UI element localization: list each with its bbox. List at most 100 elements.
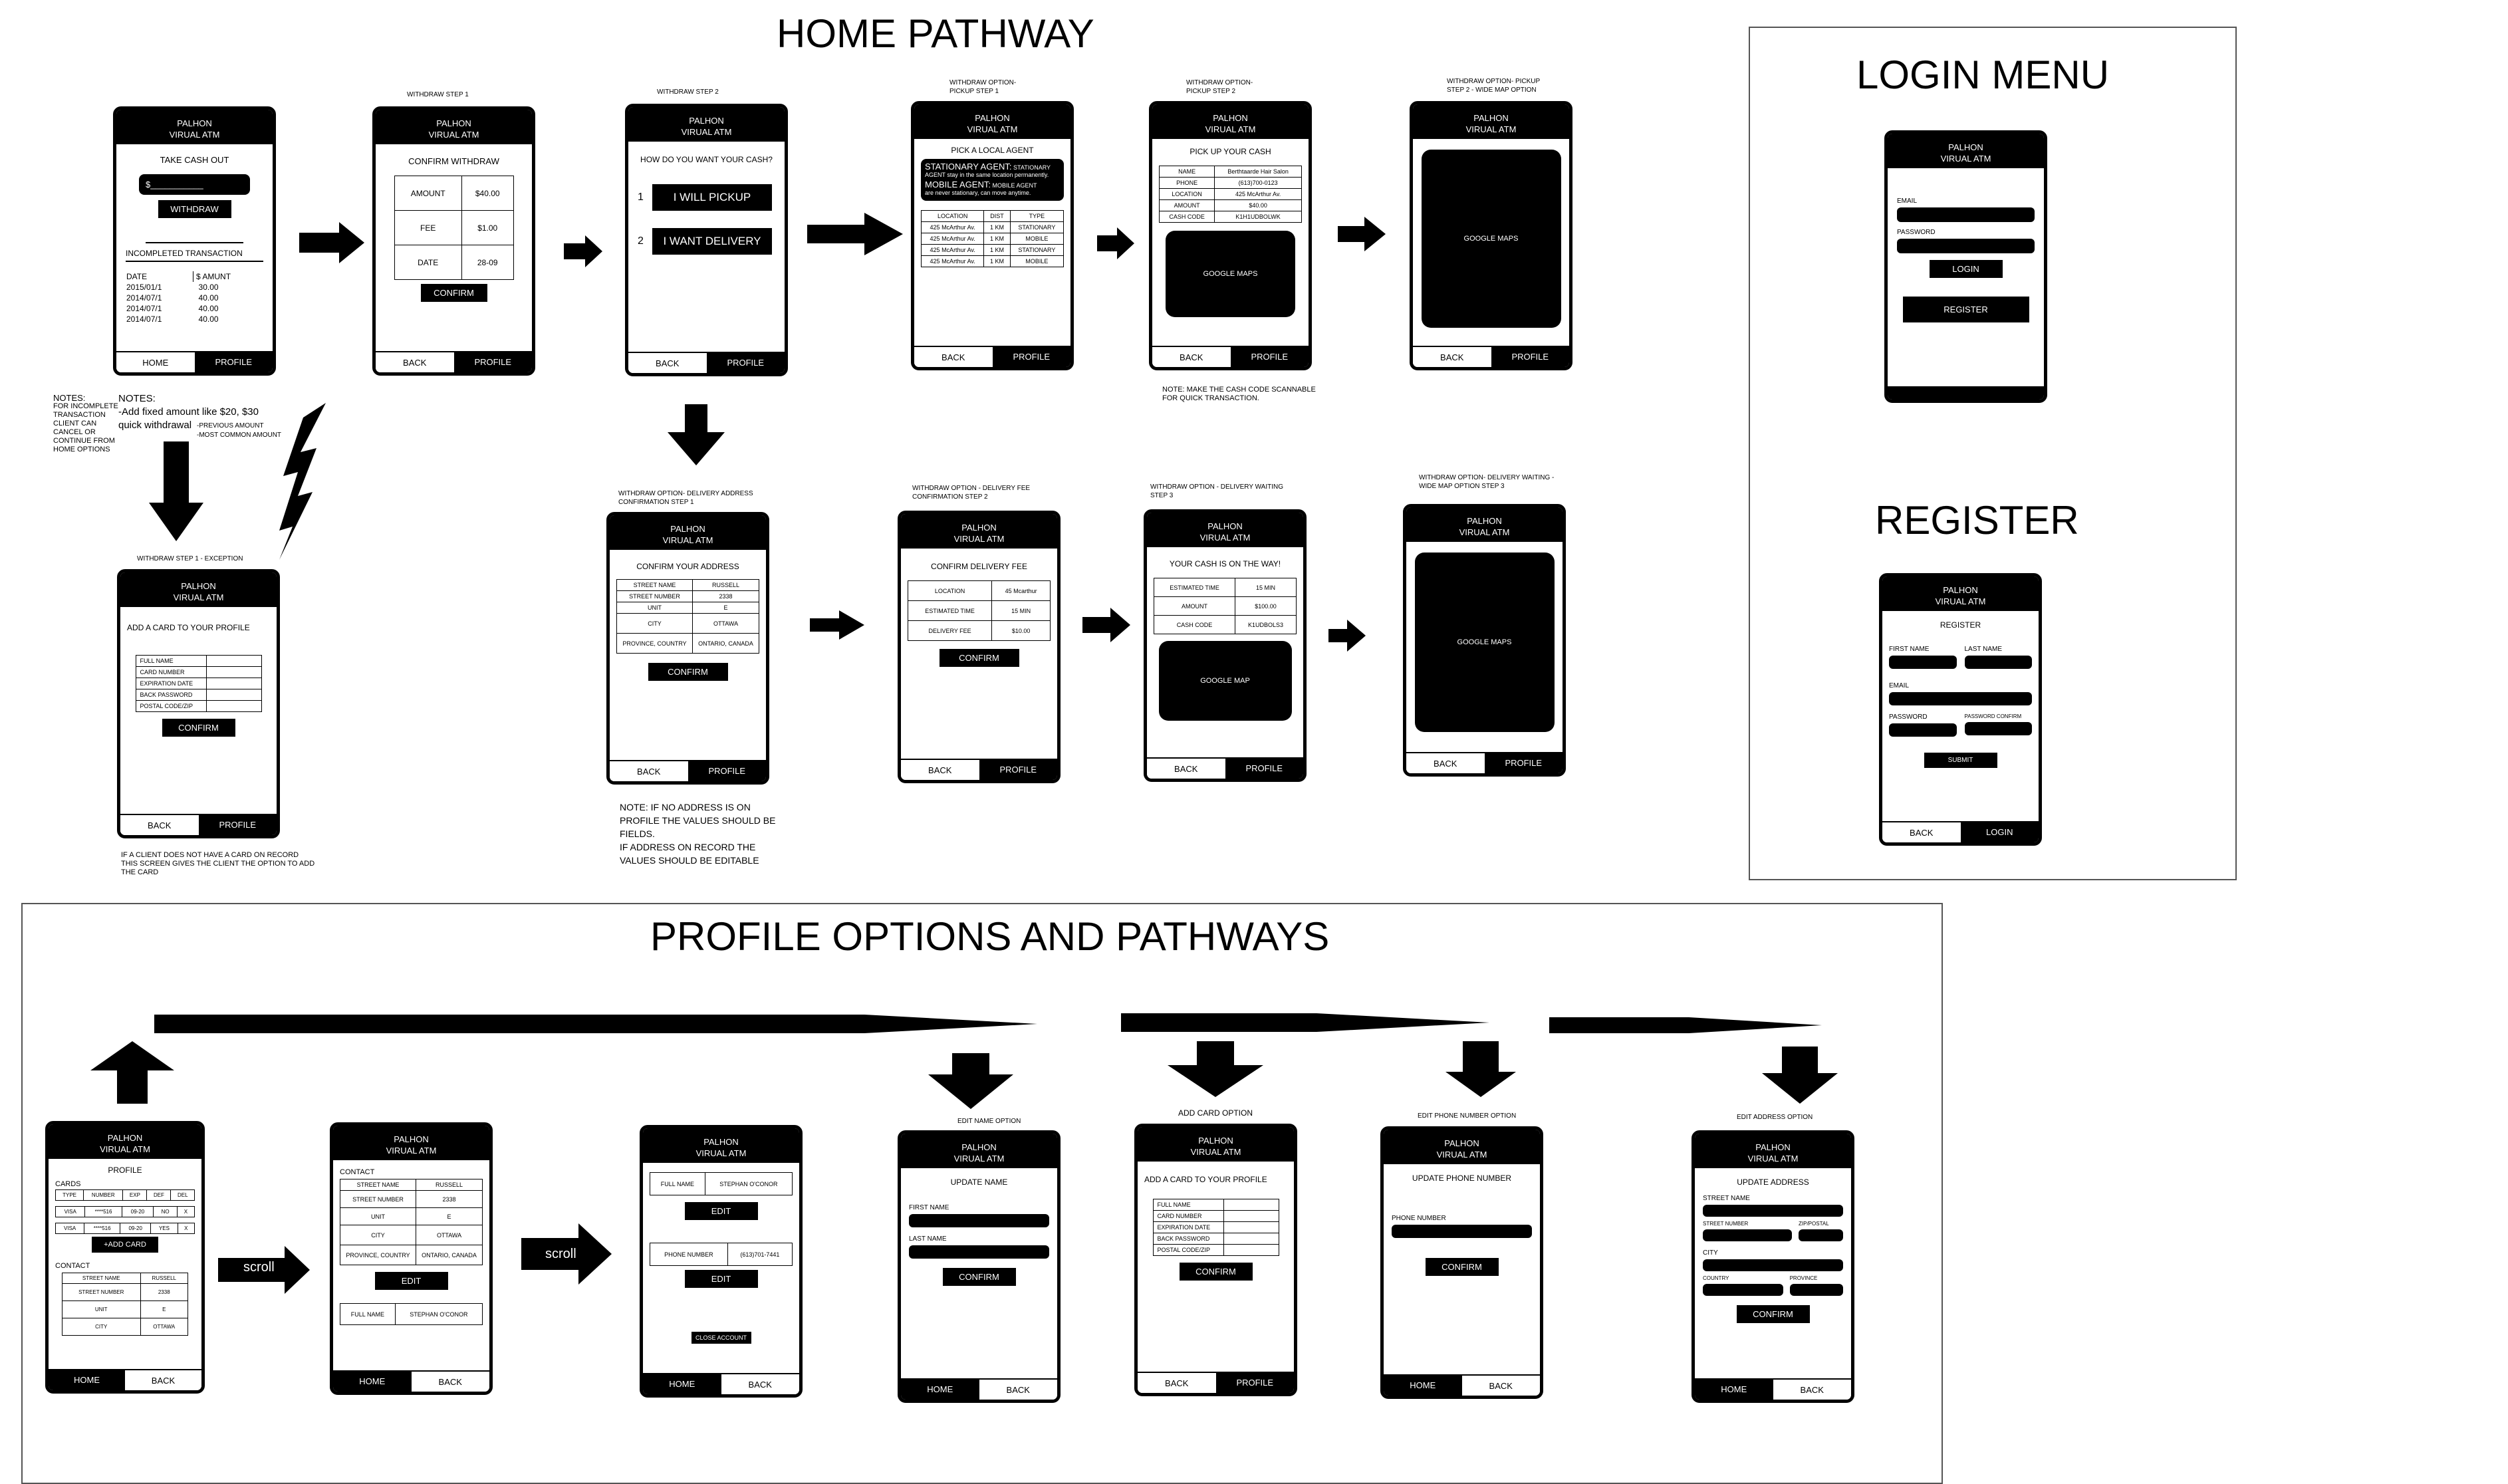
google-maps[interactable]: GOOGLE MAPS <box>1421 150 1561 328</box>
table-row[interactable]: VISA ****516 09-20 YES X <box>55 1223 195 1234</box>
confirm-button[interactable]: CONFIRM <box>420 284 487 302</box>
home-tab[interactable]: HOME <box>643 1373 721 1394</box>
first-name-field[interactable] <box>909 1214 1049 1227</box>
email-field[interactable] <box>1889 692 2032 705</box>
table-row[interactable]: 2014/07/1 40.00 <box>126 303 263 314</box>
confirm-button[interactable]: CONFIRM <box>1736 1305 1810 1323</box>
delete-card-icon[interactable]: X <box>177 1223 195 1234</box>
home-tab[interactable]: HOME <box>116 351 195 372</box>
table-row[interactable]: 2015/01/1 30.00 <box>126 282 263 293</box>
table-row[interactable]: PROVINCE, COUNTRY ONTARIO, CANADA <box>616 633 759 654</box>
delete-card-icon[interactable]: X <box>176 1206 195 1217</box>
register-button[interactable]: REGISTER <box>1902 297 2029 322</box>
home-tab[interactable]: HOME <box>1695 1378 1773 1400</box>
back-tab[interactable]: BACK <box>1406 752 1485 773</box>
profile-tab[interactable]: PROFILE <box>1491 346 1569 367</box>
profile-tab[interactable]: PROFILE <box>992 346 1070 367</box>
last-name-field[interactable] <box>1964 656 2032 669</box>
back-tab[interactable]: BACK <box>1413 346 1491 367</box>
back-tab[interactable]: BACK <box>120 814 199 835</box>
back-tab[interactable]: BACK <box>979 1378 1057 1400</box>
home-tab[interactable]: HOME <box>901 1378 979 1400</box>
confirm-button[interactable]: CONFIRM <box>1179 1263 1253 1281</box>
field-input[interactable] <box>1223 1233 1279 1245</box>
back-tab[interactable]: BACK <box>610 760 688 781</box>
pickup-button[interactable]: I WILL PICKUP <box>652 184 772 211</box>
table-row[interactable]: 425 McArthur Av. 1 KM MOBILE <box>920 255 1065 267</box>
field-input[interactable] <box>1223 1199 1279 1211</box>
back-tab[interactable]: BACK <box>1138 1372 1216 1393</box>
city-field[interactable] <box>1703 1259 1843 1271</box>
form-row[interactable]: FULL NAME <box>1152 1199 1279 1211</box>
profile-tab[interactable]: PROFILE <box>979 759 1057 780</box>
profile-tab[interactable]: PROFILE <box>1225 757 1303 779</box>
form-row[interactable]: EXPIRATION DATE <box>1152 1221 1279 1233</box>
amount-input[interactable]: $___________ <box>139 174 250 195</box>
add-card-button[interactable]: +ADD CARD <box>92 1237 158 1253</box>
submit-button[interactable]: SUBMIT <box>1924 753 1997 768</box>
home-tab[interactable]: HOME <box>333 1370 412 1392</box>
delivery-button[interactable]: I WANT DELIVERY <box>652 228 772 255</box>
back-tab[interactable]: BACK <box>411 1370 489 1392</box>
table-row[interactable]: VISA ****516 09-20 NO X <box>55 1206 195 1217</box>
profile-tab[interactable]: PROFILE <box>1215 1372 1294 1393</box>
back-tab[interactable]: BACK <box>1773 1378 1851 1400</box>
field-input[interactable] <box>1223 1210 1279 1222</box>
form-row[interactable]: POSTAL CODE/ZIP <box>1152 1244 1279 1256</box>
back-tab[interactable]: BACK <box>914 346 993 367</box>
back-tab[interactable]: BACK <box>376 351 454 372</box>
home-tab[interactable]: HOME <box>1384 1374 1462 1396</box>
profile-tab[interactable]: PROFILE <box>194 351 273 372</box>
street-name-field[interactable] <box>1703 1205 1843 1217</box>
edit-button[interactable]: EDIT <box>374 1272 448 1290</box>
table-row[interactable]: STREET NAME RUSSELL <box>616 579 759 591</box>
email-field[interactable] <box>1897 207 2035 222</box>
form-row[interactable]: BACK PASSWORD <box>135 689 262 701</box>
form-row[interactable]: BACK PASSWORD <box>1152 1233 1279 1245</box>
withdraw-button[interactable]: WITHDRAW <box>158 200 231 218</box>
field-input[interactable] <box>1223 1221 1279 1233</box>
google-maps[interactable]: GOOGLE MAPS <box>1166 231 1295 317</box>
login-tab[interactable]: LOGIN <box>1960 821 2039 842</box>
zip-field[interactable] <box>1799 1229 1843 1241</box>
phone-field[interactable] <box>1392 1225 1532 1238</box>
profile-tab[interactable]: PROFILE <box>453 351 532 372</box>
form-row[interactable]: FULL NAME <box>135 655 262 667</box>
back-tab[interactable]: BACK <box>721 1373 799 1394</box>
login-button[interactable]: LOGIN <box>1929 260 2003 278</box>
edit-name-button[interactable]: EDIT <box>684 1202 758 1220</box>
field-input[interactable] <box>205 700 262 712</box>
profile-tab[interactable]: PROFILE <box>198 814 277 835</box>
back-tab[interactable]: BACK <box>125 1369 201 1390</box>
confirm-button[interactable]: CONFIRM <box>1425 1258 1499 1276</box>
table-row[interactable]: 2014/07/1 40.00 <box>126 293 263 303</box>
field-input[interactable] <box>205 678 262 689</box>
table-row[interactable]: CITY OTTAWA <box>616 613 759 634</box>
back-tab[interactable]: BACK <box>1152 346 1231 367</box>
table-row[interactable]: 425 McArthur Av. 1 KM STATIONARY <box>920 221 1065 233</box>
form-row[interactable]: EXPIRATION DATE <box>135 678 262 689</box>
table-row[interactable]: STREET NUMBER 2338 <box>616 590 759 602</box>
profile-tab[interactable]: PROFILE <box>688 760 766 781</box>
table-row[interactable]: 425 McArthur Av. 1 KM STATIONARY <box>920 244 1065 256</box>
password-confirm-field[interactable] <box>1964 722 2032 735</box>
confirm-button[interactable]: CONFIRM <box>942 1268 1016 1286</box>
form-row[interactable]: CARD NUMBER <box>135 666 262 678</box>
google-maps[interactable]: GOOGLE MAPS <box>1414 553 1555 732</box>
form-row[interactable]: CARD NUMBER <box>1152 1210 1279 1222</box>
country-field[interactable] <box>1703 1284 1783 1296</box>
field-input[interactable] <box>205 666 262 678</box>
edit-phone-button[interactable]: EDIT <box>684 1270 758 1288</box>
field-input[interactable] <box>205 689 262 701</box>
back-tab[interactable]: BACK <box>628 352 707 373</box>
profile-tab[interactable]: PROFILE <box>706 352 785 373</box>
street-number-field[interactable] <box>1703 1229 1792 1241</box>
google-map[interactable]: GOOGLE MAP <box>1158 641 1292 721</box>
province-field[interactable] <box>1789 1284 1843 1296</box>
first-name-field[interactable] <box>1889 656 1957 669</box>
back-tab[interactable]: BACK <box>901 759 979 780</box>
field-input[interactable] <box>1223 1244 1279 1256</box>
table-row[interactable]: 425 McArthur Av. 1 KM MOBILE <box>920 233 1065 245</box>
form-row[interactable]: POSTAL CODE/ZIP <box>135 700 262 712</box>
back-tab[interactable]: BACK <box>1882 821 1961 842</box>
